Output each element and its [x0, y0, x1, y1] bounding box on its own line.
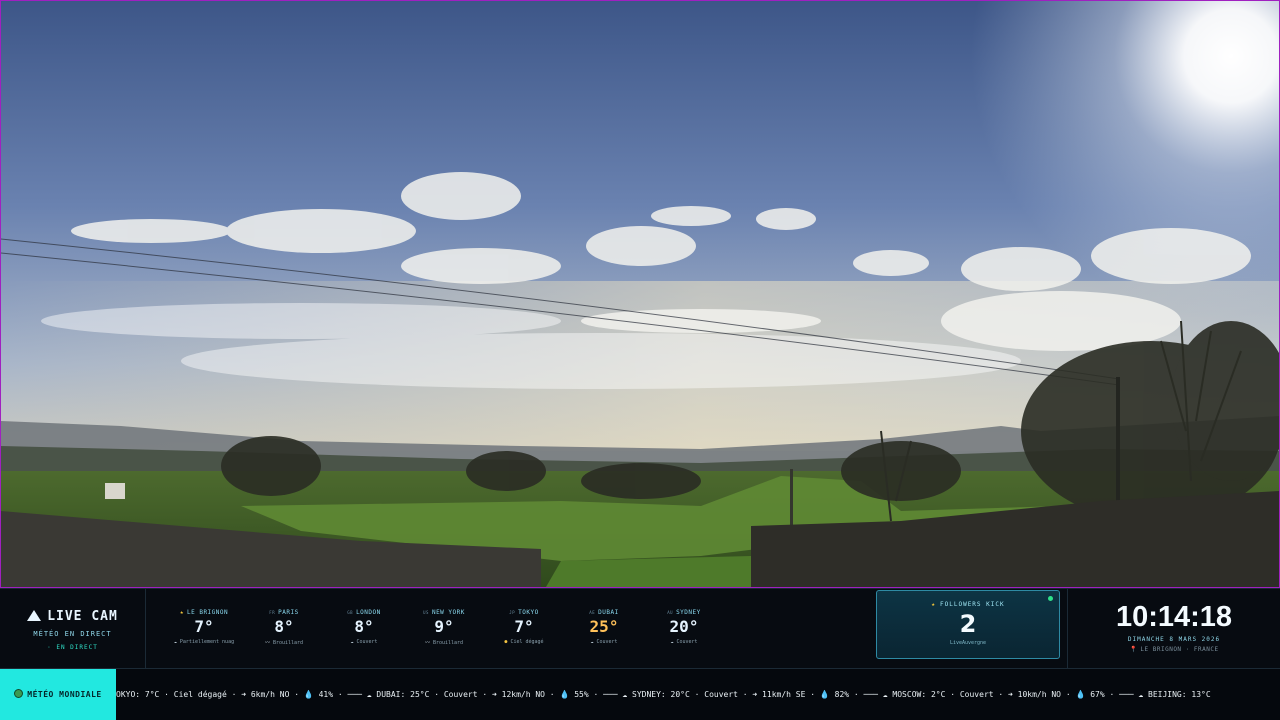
weather-ticker: MÉTÉO MONDIALE OKYO: 7°C · Ciel dégagé ·…	[0, 668, 1280, 720]
city-temp: 8°	[274, 617, 294, 636]
city-cell: AE DUBAI 25° ☁ Couvert	[566, 609, 642, 645]
cloud-icon: ☁	[350, 639, 354, 645]
city-temp: 20°	[669, 617, 699, 636]
city-temp: 7°	[194, 617, 214, 636]
brand-subtitle: MÉTÉO EN DIRECT	[33, 630, 112, 638]
city-condition: Couvert	[356, 639, 378, 645]
globe-icon	[14, 689, 24, 698]
city-condition: Brouillard	[272, 640, 304, 646]
city-cell: JP TOKYO 7° ● Ciel dégagé	[486, 609, 562, 645]
cloud-icon: ☁	[670, 639, 674, 645]
city-temp: 7°	[514, 617, 534, 636]
city-name: PARIS	[278, 609, 299, 616]
fog-icon: 〰	[424, 640, 430, 646]
city-condition: Brouillard	[432, 640, 464, 646]
country-code: US	[423, 610, 429, 615]
ticker-label: MÉTÉO MONDIALE	[0, 669, 116, 720]
country-code: JP	[509, 610, 516, 615]
channel-name: LiveAuvergne	[949, 640, 987, 646]
city-cell: FR PARIS 8° 〰 Brouillard	[246, 609, 322, 646]
info-bar: LIVE CAM MÉTÉO EN DIRECT · EN DIRECT ★ LE…	[0, 588, 1280, 669]
city-name: LE BRIGNON	[187, 609, 229, 616]
sun-icon: ●	[504, 639, 508, 645]
city-name: LONDON	[356, 609, 381, 616]
brand-title: LIVE CAM	[47, 609, 118, 624]
city-condition: Ciel dégagé	[510, 639, 544, 645]
live-triangle-icon	[27, 610, 42, 621]
country-code: AE	[589, 610, 596, 615]
clock-block: 10:14:18 DIMANCHE 8 MARS 2026 📍 LE BRIGNO…	[1067, 589, 1280, 669]
city-condition: Couvert	[596, 639, 618, 645]
followers-label: FOLLOWERS KICK	[940, 601, 1005, 608]
city-name: TOKYO	[518, 609, 539, 616]
ticker-text: OKYO: 7°C · Ciel dégagé · ➜ 6km/h NO · 💧…	[116, 690, 1211, 699]
city-cell: US NEW YORK 9° 〰 Brouillard	[406, 609, 482, 646]
city-temp: 9°	[434, 617, 454, 636]
clock-location: LE BRIGNON · FRANCE	[1140, 646, 1219, 653]
cloud-icon: ☁	[590, 639, 594, 645]
location-pin-icon: 📍	[1129, 646, 1138, 653]
country-code: GB	[347, 610, 354, 615]
followers-count: 2	[959, 610, 977, 638]
clock-date: DIMANCHE 8 MARS 2026	[1127, 636, 1221, 643]
country-code: AU	[667, 610, 674, 615]
live-status: · EN DIRECT	[47, 644, 98, 651]
city-name: NEW YORK	[431, 609, 465, 616]
city-temp: 8°	[354, 617, 374, 636]
country-code: FR	[269, 610, 276, 615]
brand-block: LIVE CAM MÉTÉO EN DIRECT · EN DIRECT	[0, 589, 146, 669]
ticker-track: OKYO: 7°C · Ciel dégagé · ➜ 6km/h NO · 💧…	[116, 669, 1280, 720]
online-dot-icon	[1048, 596, 1053, 601]
followers-card: ★ FOLLOWERS KICK 2 LiveAuvergne	[876, 590, 1060, 659]
stream-overlay: LIVE CAM MÉTÉO EN DIRECT · EN DIRECT ★ LE…	[0, 0, 1280, 720]
fog-icon: 〰	[264, 640, 270, 646]
webcam-view	[0, 0, 1280, 588]
city-condition: Partiellement nuag	[179, 639, 235, 645]
city-name: SYDNEY	[676, 609, 701, 616]
city-cell: ★ LE BRIGNON 7° ☁ Partiellement nuag	[166, 609, 242, 645]
city-condition: Couvert	[676, 639, 698, 645]
city-name: DUBAI	[598, 609, 619, 616]
city-temp: 25°	[589, 617, 619, 636]
city-cell: AU SYDNEY 20° ☁ Couvert	[646, 609, 722, 645]
cloud-sun-icon: ☁	[173, 639, 177, 645]
clock-time: 10:14:18	[1115, 601, 1233, 633]
city-cell: GB LONDON 8° ☁ Couvert	[326, 609, 402, 645]
landscape-scene	[1, 1, 1279, 587]
home-star-icon: ★	[179, 609, 184, 616]
star-icon: ★	[931, 601, 937, 608]
